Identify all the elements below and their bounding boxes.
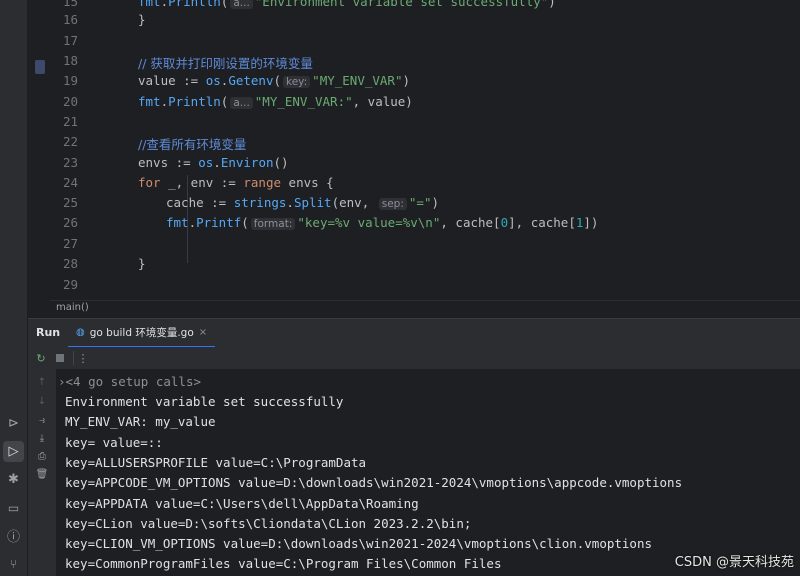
code-comment: // 获取并打印刚设置的环境变量 (138, 56, 313, 71)
line-number: 24 (62, 175, 78, 190)
code-line: } (138, 12, 146, 27)
up-arrow-icon[interactable]: ↑ (34, 375, 50, 389)
trash-icon[interactable]: 🗑 (34, 467, 50, 481)
param-hint: key: (283, 76, 311, 88)
console-line: key=CommonProgramFiles value=C:\Program … (65, 556, 502, 571)
code-line: for _, env := range envs { (138, 175, 334, 190)
stop-icon[interactable] (53, 351, 67, 365)
code-line: fmt.Println(a... "MY_ENV_VAR:", value) (138, 94, 413, 109)
print-icon[interactable]: ⎙ (34, 449, 50, 463)
console-side-toolbar: ↑ ↓ ⥽ ⤓ ⎙ 🗑 (28, 369, 57, 576)
console-line: key=CLION_VM_OPTIONS value=D:\downloads\… (65, 536, 652, 551)
line-number: 17 (62, 33, 78, 48)
breadcrumb-bar: main() (50, 300, 800, 318)
line-number: 20 (62, 94, 78, 109)
line-number: 27 (62, 236, 78, 251)
toolbar-divider (73, 351, 74, 365)
terminal-icon[interactable]: ▭ (4, 498, 23, 517)
code-line: fmt.Println(a... "Environment variable se… (138, 0, 556, 9)
bookmark-marker[interactable] (35, 60, 45, 74)
console-line: MY_ENV_VAR: my_value (65, 414, 216, 429)
breadcrumb[interactable]: main() (56, 302, 89, 313)
param-hint: a... (230, 0, 253, 9)
code-comment: //查看所有环境变量 (138, 137, 247, 152)
editor-gutter (28, 0, 50, 300)
watermark: CSDN @景天科技苑 (674, 555, 794, 570)
console-output[interactable]: ›<4 go setup calls> Environment variable… (56, 369, 800, 576)
rerun-icon[interactable]: ↻ (34, 351, 48, 365)
run-toolbar: ↻ ⋮ (28, 347, 800, 370)
param-hint: a... (230, 97, 253, 109)
run-icon[interactable]: ▷ (3, 441, 24, 462)
debug-icon[interactable]: ✱ (4, 470, 23, 489)
code-editor[interactable]: 15 fmt.Println(a... "Environment variable… (50, 0, 800, 300)
line-number: 25 (62, 195, 78, 210)
line-number: 15 (62, 0, 78, 9)
line-number: 26 (62, 215, 78, 230)
run-tab-label: go build 环境变量.go (89, 327, 194, 339)
more-icon[interactable]: ⋮ (76, 351, 90, 365)
code-line: envs := os.Environ() (138, 155, 289, 170)
line-number: 19 (62, 73, 78, 88)
git-icon[interactable]: ⑂ (4, 554, 23, 573)
problems-icon[interactable]: ⓘ (4, 526, 23, 545)
console-line: Environment variable set successfully (65, 394, 344, 409)
line-number: 28 (62, 256, 78, 271)
code-line: fmt.Printf(format: "key=%v value=%v\n", c… (166, 215, 599, 230)
go-file-icon: ◍ (76, 327, 85, 338)
run-panel-title: Run (36, 326, 61, 339)
line-number: 16 (62, 12, 78, 27)
code-line: } (138, 256, 146, 271)
param-hint: format: (250, 218, 296, 230)
console-line: key=ALLUSERSPROFILE value=C:\ProgramData (65, 455, 367, 470)
console-line: key=CLion value=D:\softs\Cliondata\CLion… (65, 516, 472, 531)
services-icon[interactable]: ⊳ (4, 414, 23, 433)
line-number: 23 (62, 155, 78, 170)
tool-window-strip: ⊳ ▷ ✱ ▭ ⓘ ⑂ (0, 0, 28, 576)
close-icon[interactable]: × (199, 327, 207, 338)
setup-calls-fold[interactable]: ›<4 go setup calls> (58, 374, 201, 389)
run-tab[interactable]: ◍ go build 环境变量.go × (68, 319, 216, 348)
chevron-right-icon: › (58, 374, 66, 389)
line-number: 21 (62, 114, 78, 129)
soft-wrap-icon[interactable]: ⥽ (34, 413, 50, 427)
line-number: 29 (62, 277, 78, 292)
console-line: key= value=:: (65, 435, 163, 450)
run-panel-header: Run ◍ go build 环境变量.go × (28, 318, 800, 348)
console-line: key=APPCODE_VM_OPTIONS value=D:\download… (65, 475, 683, 490)
line-number: 22 (62, 134, 78, 149)
param-hint: sep: (378, 198, 407, 210)
down-arrow-icon[interactable]: ↓ (34, 394, 50, 408)
console-line: key=APPDATA value=C:\Users\dell\AppData\… (65, 496, 419, 511)
scroll-to-end-icon[interactable]: ⤓ (34, 431, 50, 445)
line-number: 18 (62, 53, 78, 68)
code-line: cache := strings.Split(env, sep: "=") (166, 195, 439, 210)
code-line: value := os.Getenv(key: "MY_ENV_VAR") (138, 73, 411, 88)
